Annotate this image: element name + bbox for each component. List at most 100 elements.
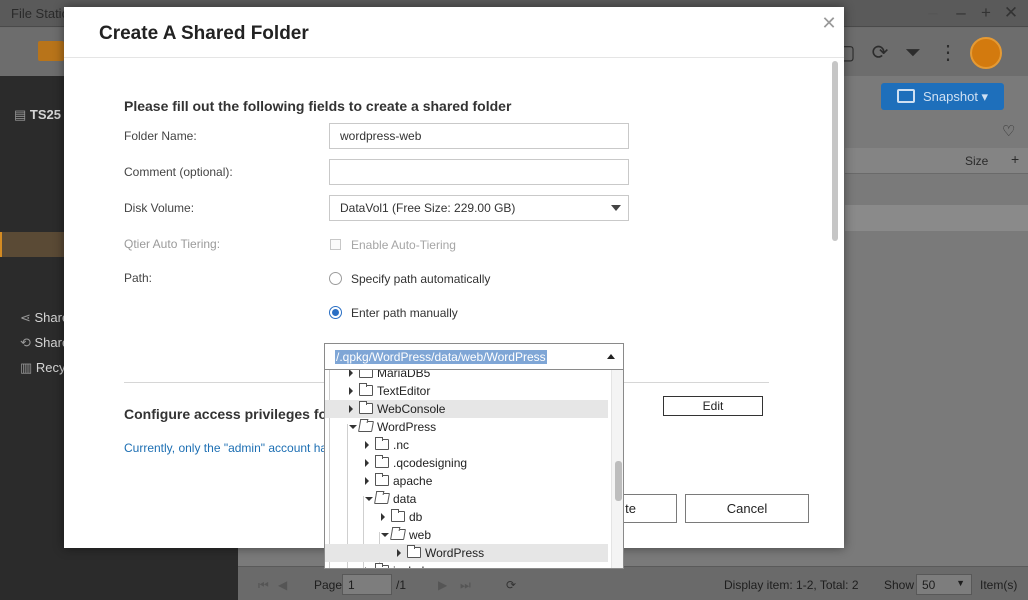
access-info: Currently, only the "admin" account ha xyxy=(124,441,328,455)
tree-item-label: MariaDB5 xyxy=(377,370,431,380)
page-input[interactable]: 1 xyxy=(342,574,392,595)
tree-item-label: data xyxy=(393,492,417,506)
path-combobox[interactable]: /.qpkg/WordPress/data/web/WordPress xyxy=(324,343,624,370)
tree-item[interactable]: WebConsole xyxy=(325,400,608,418)
path-auto-label[interactable]: Specify path automatically xyxy=(351,272,490,286)
caret-right-icon[interactable] xyxy=(349,405,353,413)
folder-name-input[interactable]: wordpress-web xyxy=(329,123,629,149)
display-info: Display item: 1-2, Total: 2 xyxy=(724,578,859,592)
edit-button[interactable]: Edit xyxy=(663,396,763,416)
caret-right-icon[interactable] xyxy=(365,459,369,467)
window-restore-icon[interactable]: – xyxy=(923,3,943,23)
refresh-list-icon[interactable]: ⟳ xyxy=(506,578,516,592)
tree-item-label: WordPress xyxy=(425,546,485,560)
page-label: Page xyxy=(314,578,343,592)
heart-icon[interactable]: ♡ xyxy=(1002,122,1015,140)
dialog-scrollbar[interactable] xyxy=(830,61,840,543)
tree-item[interactable]: .qcodesigning xyxy=(325,454,608,472)
close-icon[interactable]: ✕ xyxy=(820,13,838,34)
scrollbar-thumb[interactable] xyxy=(615,461,622,501)
refresh-icon[interactable]: ⟳ xyxy=(869,42,891,64)
filter-icon[interactable]: ⏷ xyxy=(902,42,924,64)
camera-icon xyxy=(897,89,915,103)
tree-item-label: .qcodesigning xyxy=(393,456,468,470)
path-manual-label[interactable]: Enter path manually xyxy=(351,306,458,320)
caret-down-icon[interactable] xyxy=(365,497,373,501)
window-maximize-icon[interactable]: + xyxy=(976,3,996,23)
caret-right-icon[interactable] xyxy=(365,477,369,485)
caret-down-icon[interactable] xyxy=(381,533,389,537)
path-manual-radio[interactable] xyxy=(329,306,342,319)
sidebar-item-recycle-bin[interactable]: ▥ Recy xyxy=(20,360,66,376)
sidebar-selected-item[interactable] xyxy=(0,232,70,257)
sidebar-item-share-link[interactable]: ⋖ Share xyxy=(20,310,69,326)
last-page-icon[interactable]: ⏭ xyxy=(460,578,471,593)
tree-item[interactable]: apache xyxy=(325,472,608,490)
caret-down-icon[interactable] xyxy=(349,425,357,429)
tree-item[interactable]: includes xyxy=(325,562,608,568)
folder-open-icon xyxy=(374,493,390,504)
tree-item[interactable]: MariaDB5 xyxy=(325,370,608,382)
tree-item[interactable]: TextEditor xyxy=(325,382,608,400)
tree-item[interactable]: data xyxy=(325,490,608,508)
user-avatar[interactable] xyxy=(970,37,1002,69)
window-minimize-icon[interactable]: – xyxy=(951,3,971,23)
tree-item[interactable]: WordPress xyxy=(325,418,608,436)
auto-tiering-label: Enable Auto-Tiering xyxy=(351,238,456,252)
form-heading: Please fill out the following fields to … xyxy=(124,98,512,114)
path-label: Path: xyxy=(124,271,153,285)
tree-item-label: WebConsole xyxy=(377,402,446,416)
tree-item[interactable]: web xyxy=(325,526,608,544)
path-input-value[interactable]: /.qpkg/WordPress/data/web/WordPress xyxy=(335,350,547,364)
trash-icon: ▥ xyxy=(20,360,36,375)
tree-item-label: TextEditor xyxy=(377,384,431,398)
tree-item[interactable]: WordPress xyxy=(325,544,608,562)
caret-right-icon[interactable] xyxy=(397,549,401,557)
prev-page-icon[interactable]: ◀ xyxy=(278,578,287,592)
scrollbar-thumb[interactable] xyxy=(832,61,838,241)
chevron-up-icon[interactable] xyxy=(607,354,615,359)
disk-volume-label: Disk Volume: xyxy=(124,201,195,215)
column-header: Size + xyxy=(845,148,1028,174)
dialog-title: Create A Shared Folder xyxy=(99,23,309,44)
table-row[interactable] xyxy=(845,205,1028,231)
folder-tree[interactable]: MariaDB5 TextEditor WebConsole WordPress .nc… xyxy=(324,370,624,569)
table-row[interactable] xyxy=(845,175,1028,201)
tree-item[interactable]: db xyxy=(325,508,608,526)
next-page-icon[interactable]: ▶ xyxy=(438,578,447,592)
tree-item-label: db xyxy=(409,510,423,524)
first-page-icon[interactable]: ⏮ xyxy=(258,578,269,593)
folder-icon xyxy=(359,370,373,378)
cancel-button[interactable]: Cancel xyxy=(685,494,809,523)
caret-right-icon[interactable] xyxy=(365,441,369,449)
size-column-header[interactable]: Size xyxy=(965,154,988,168)
show-count-select[interactable]: 50 ▼ xyxy=(916,574,972,595)
add-column-button[interactable]: + xyxy=(1011,151,1019,167)
caret-right-icon[interactable] xyxy=(365,567,369,568)
auto-tiering-checkbox[interactable] xyxy=(330,239,341,250)
comment-label: Comment (optional): xyxy=(124,165,233,179)
tree-scrollbar[interactable] xyxy=(611,370,623,568)
window-close-icon[interactable]: ✕ xyxy=(1001,3,1021,23)
path-auto-radio[interactable] xyxy=(329,272,342,285)
disk-volume-select[interactable]: DataVol1 (Free Size: 229.00 GB) xyxy=(329,195,629,221)
folder-icon xyxy=(375,437,389,450)
sidebar-item-nas[interactable]: ▤ TS25 xyxy=(14,107,61,123)
page-total: /1 xyxy=(396,578,407,592)
comment-input[interactable] xyxy=(329,159,629,185)
caret-right-icon[interactable] xyxy=(349,387,353,395)
shared-icon: ⟲ xyxy=(20,335,35,350)
folder-icon xyxy=(391,509,405,522)
more-icon[interactable]: ⋮ xyxy=(937,42,959,64)
caret-right-icon[interactable] xyxy=(349,370,353,377)
access-heading: Configure access privileges for u xyxy=(124,406,345,422)
snapshot-button[interactable]: Snapshot ▾ xyxy=(881,83,1004,110)
caret-right-icon[interactable] xyxy=(381,513,385,521)
statusbar: ⏮ ◀ Page 1 /1 ▶ ⏭ ⟳ Display item: 1-2, T… xyxy=(238,566,1028,600)
show-label: Show xyxy=(884,578,915,592)
folder-icon xyxy=(375,473,389,486)
tree-item[interactable]: .nc xyxy=(325,436,608,454)
folder-icon xyxy=(359,383,373,396)
folder-icon[interactable] xyxy=(38,41,64,61)
sidebar-item-shared-with-me[interactable]: ⟲ Share xyxy=(20,335,69,351)
